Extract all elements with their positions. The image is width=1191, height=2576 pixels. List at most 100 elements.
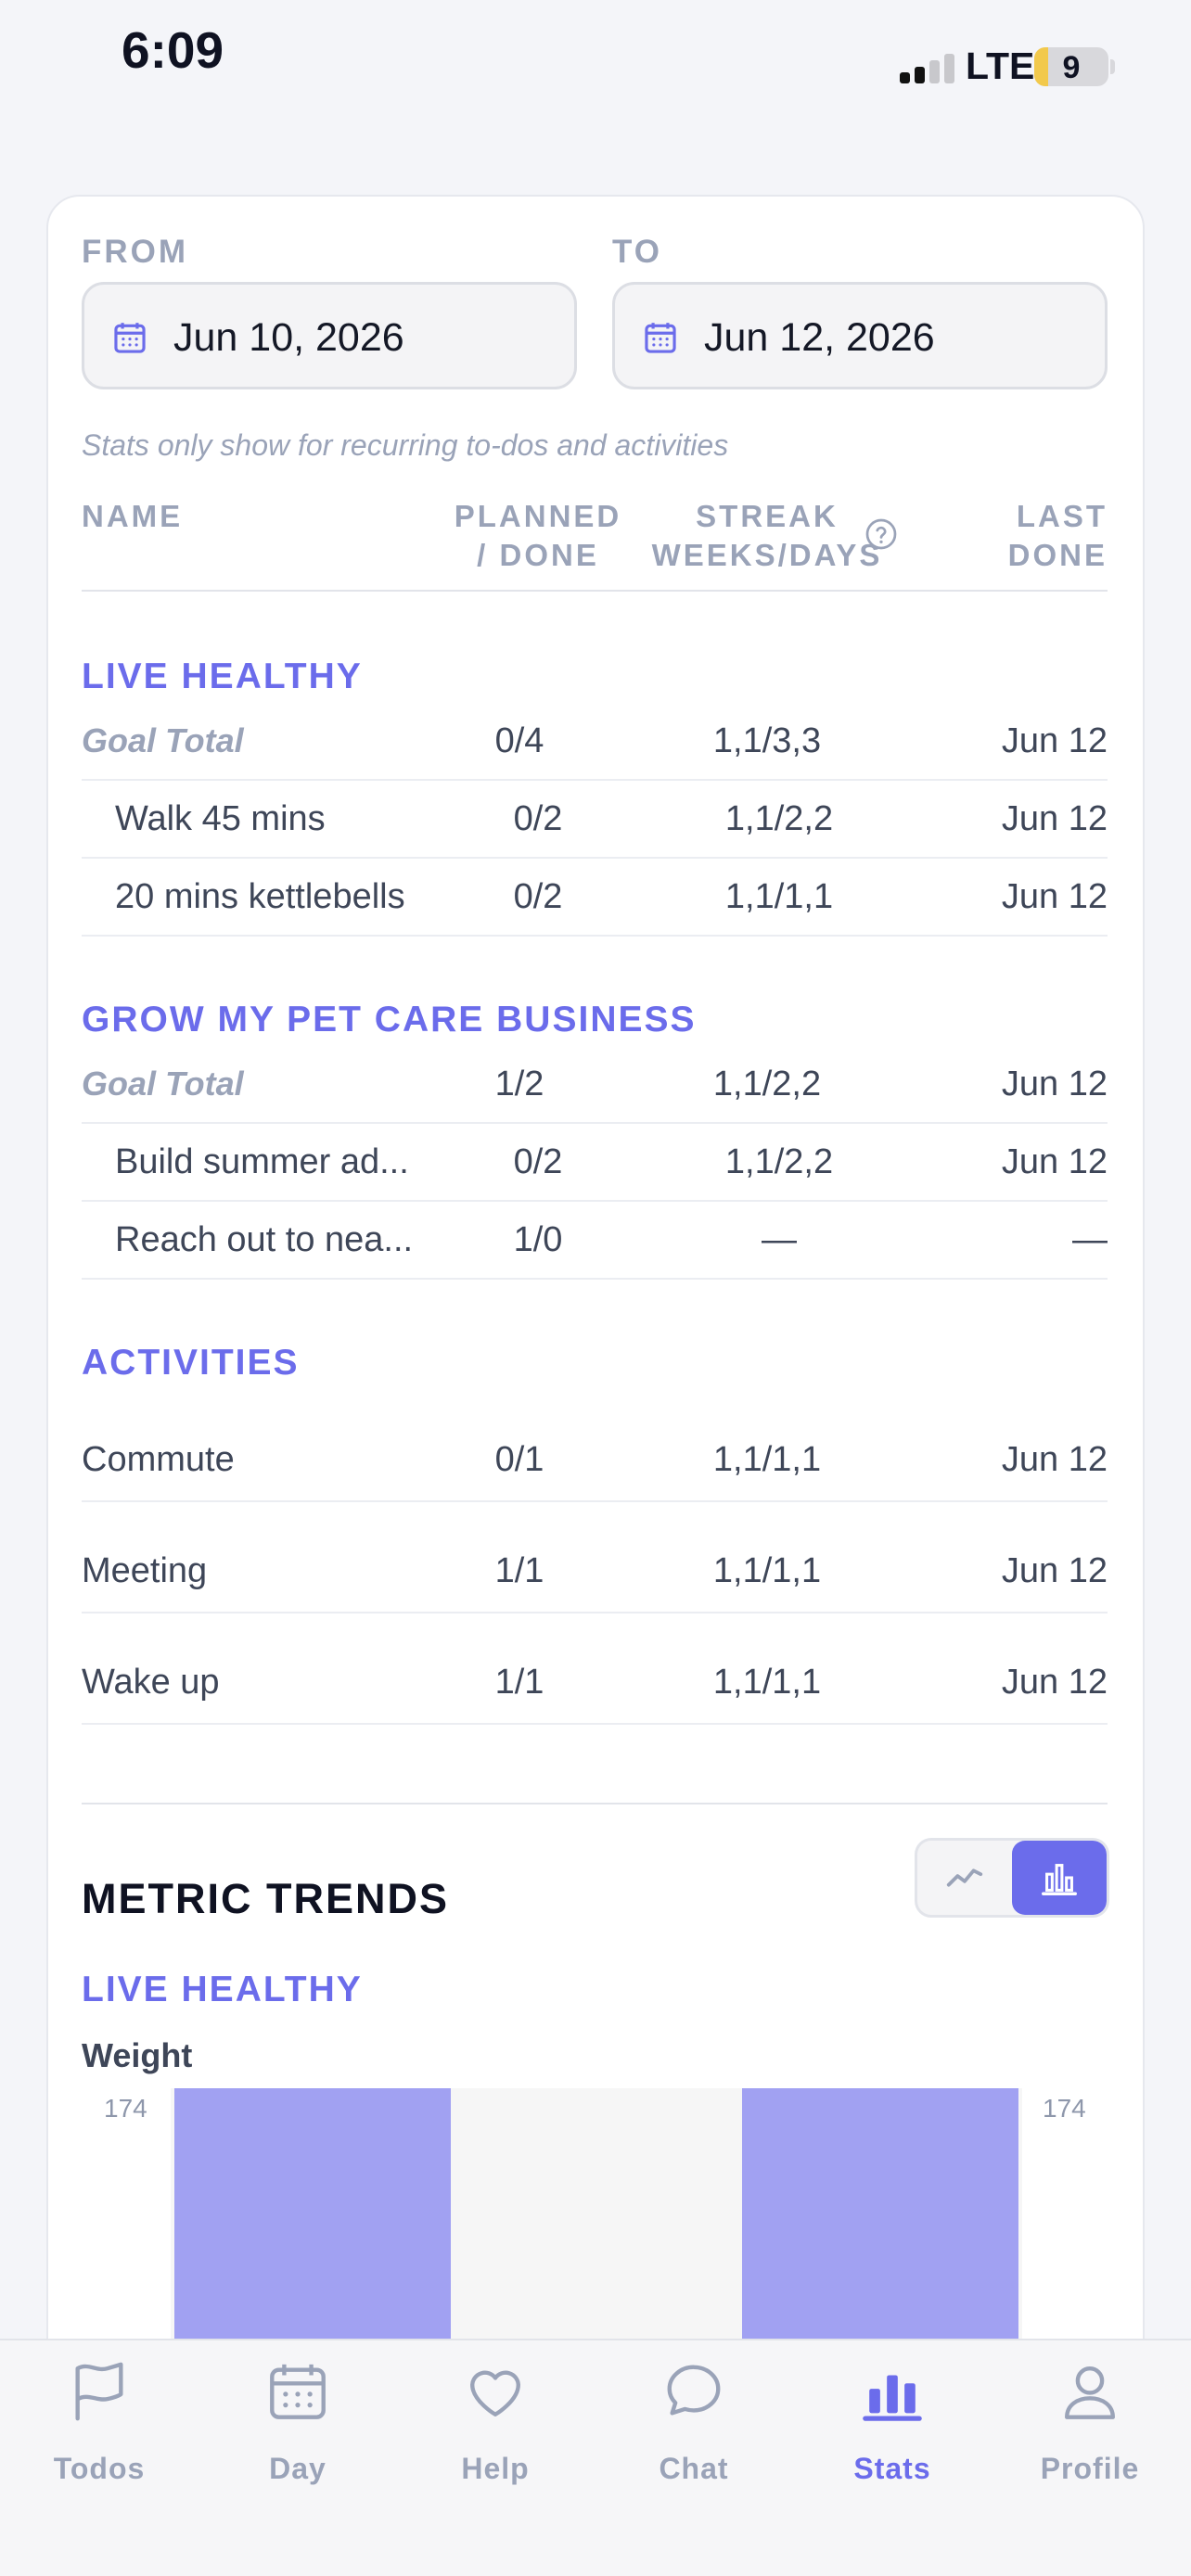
streak-value: 1,1/1,1 [712,1551,822,1590]
tab-bar: Todos Day Help Chat Stats Profile [0,2339,1191,2576]
tab-profile[interactable]: Profile [1016,2359,1164,2498]
streak-value: 1,1/1,1 [712,1663,822,1702]
tab-todos[interactable]: Todos [25,2359,173,2498]
metric-trends-title: METRIC TRENDS [82,1875,449,1922]
planned-done-value: 0/2 [513,1142,563,1181]
y-tick-left: 174 [104,2094,147,2123]
last-done-value: Jun 12 [1001,799,1108,838]
col-header-last-line1: LAST [1016,499,1108,533]
planned-done-value: 1/1 [494,1551,544,1590]
last-done-value: Jun 12 [1001,1663,1108,1702]
heart-icon [470,2370,520,2417]
row-name: Commute [82,1440,235,1479]
tab-label: Todos [53,2452,146,2485]
row-name: Walk 45 mins [115,799,326,838]
streak-value: 1,1/2,2 [724,1142,834,1181]
streak-value: 1,1/1,1 [712,1440,822,1479]
col-header-streak: STREAK WEEKS/DAYS [633,497,902,575]
planned-done-value: 0/2 [513,799,563,838]
signal-strength-icon [900,54,955,83]
network-type: LTE [966,45,1035,87]
row-divider [82,1200,1108,1202]
to-date-value: Jun 12, 2026 [704,315,935,360]
goal-title: GROW MY PET CARE BUSINESS [82,1000,697,1039]
planned-done-value: 1/1 [494,1663,544,1702]
metric-goal-title: LIVE HEALTHY [82,1970,363,2009]
row-divider [82,1500,1108,1502]
from-date-picker[interactable]: Jun 10, 2026 [82,282,577,389]
tab-label: Stats [853,2452,931,2485]
tab-label: Chat [659,2452,729,2485]
col-header-name: NAME [82,499,184,533]
chat-bubble-icon [667,2365,721,2416]
col-header-last-done: LAST DONE [939,497,1108,575]
planned-done-value: 0/4 [494,721,544,760]
last-done-value: Jun 12 [1001,1065,1108,1103]
status-time: 6:09 [122,21,224,79]
tab-chat[interactable]: Chat [620,2359,768,2498]
from-label: FROM [82,234,189,270]
to-date-picker[interactable]: Jun 12, 2026 [612,282,1108,389]
bar-chart-icon [863,2375,922,2421]
y-tick-right: 174 [1043,2094,1086,2123]
row-divider [82,1122,1108,1124]
flag-icon [75,2362,123,2421]
battery-nub [1110,59,1115,74]
col-header-last-line2: DONE [1007,538,1108,572]
line-chart-icon [946,1868,983,1887]
goal-total-label: Goal Total [82,1065,244,1103]
row-name: 20 mins kettlebells [115,877,405,916]
to-label: TO [612,234,662,270]
stats-note: Stats only show for recurring to-dos and… [82,428,729,462]
last-done-value: — [1072,1220,1108,1259]
battery-icon: 9 [1034,47,1108,86]
row-divider [82,1723,1108,1725]
calendar-icon [270,2364,326,2419]
status-bar: 6:09 LTE 9 [0,0,1191,139]
streak-value: 1,1/2,2 [712,1065,822,1103]
row-divider [82,857,1108,859]
tab-label: Day [269,2452,327,2485]
goal-total-label: Goal Total [82,721,244,759]
stats-card: FROM TO Jun 10, 2026 Jun 12, 2026 Stats … [46,195,1145,2576]
planned-done-value: 1/2 [494,1065,544,1103]
calendar-icon [645,323,676,353]
activities-title: ACTIVITIES [82,1343,300,1383]
row-divider [82,1612,1108,1613]
last-done-value: Jun 12 [1001,721,1108,760]
question-circle-icon[interactable] [864,517,898,551]
last-done-value: Jun 12 [1001,1551,1108,1590]
last-done-value: Jun 12 [1001,877,1108,916]
from-date-value: Jun 10, 2026 [173,315,404,360]
tab-label: Help [461,2452,530,2485]
row-divider [82,935,1108,937]
header-divider [82,590,1108,592]
tab-stats[interactable]: Stats [818,2359,967,2498]
bar-chart-icon [1042,1864,1077,1895]
streak-value: — [762,1220,797,1259]
streak-value: 1,1/1,1 [724,877,834,916]
streak-value: 1,1/2,2 [724,799,834,838]
chart-type-toggle [915,1838,1109,1918]
tab-day[interactable]: Day [224,2359,372,2498]
row-name: Reach out to nea... [115,1220,414,1259]
planned-done-value: 0/2 [513,877,563,916]
tab-help[interactable]: Help [421,2359,570,2498]
planned-done-value: 0/1 [494,1440,544,1479]
calendar-icon [114,323,146,353]
col-header-planned-line2: / DONE [477,538,599,572]
row-divider [82,1278,1108,1280]
row-divider [82,779,1108,781]
bar-chart-option[interactable] [1012,1841,1107,1915]
tab-label: Profile [1040,2452,1140,2485]
col-header-planned-line1: PLANNED [454,499,622,533]
row-name: Meeting [82,1551,208,1590]
section-divider [82,1803,1108,1804]
col-header-streak-line1: STREAK [696,499,839,533]
battery-level: 9 [1062,50,1081,85]
goal-title: LIVE HEALTHY [82,657,363,696]
user-icon [1065,2366,1115,2419]
line-chart-option[interactable] [917,1841,1012,1915]
metric-name: Weight [82,2036,193,2074]
row-name: Build summer ad... [115,1142,409,1181]
